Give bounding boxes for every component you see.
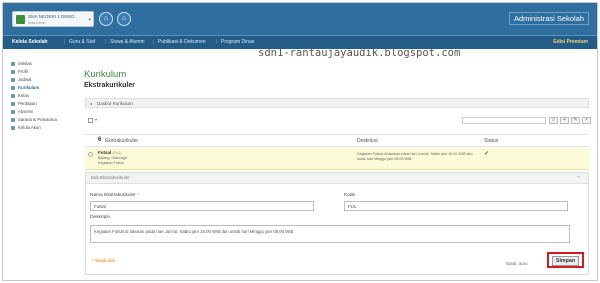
delete-icon[interactable]: × <box>582 117 591 124</box>
sidebar: Sekilas Profil Jadwal Kurikulum Kelas Pe… <box>9 61 71 133</box>
code-field[interactable]: FU1 <box>344 201 568 211</box>
sidebar-item-label: Sekilas <box>18 61 32 66</box>
nav-program-dinas[interactable]: Program Dinas <box>221 39 254 45</box>
nav-publikasi-dokumen[interactable]: Publikasi & Dokumen <box>158 39 206 45</box>
breadcrumb-link[interactable]: Dasbor Kurikulum <box>97 101 133 106</box>
name-field[interactable]: Futsal <box>90 201 314 211</box>
edit-form-header: Edit Ekstrakurikuler – <box>86 173 588 184</box>
sidebar-item-label: Kurikulum <box>18 85 40 90</box>
edit-form-panel: Edit Ekstrakurikuler – Nama Ekstrakuriku… <box>85 172 589 275</box>
chevron-down-icon: ▾ <box>88 17 91 23</box>
sidebar-item-label: Sarana & Prasarana <box>18 117 57 122</box>
nav-divider: | <box>64 39 66 45</box>
page-title: Kurikulum <box>84 69 127 80</box>
table-row[interactable]: Futsal (FU1) Bidang: Olahraga Kegiatan F… <box>85 148 589 170</box>
row-code: (FU1) <box>112 151 122 155</box>
nav-siswa-alumni[interactable]: Siswa & Alumni <box>110 39 144 45</box>
sidebar-item-label: Perdapan <box>18 101 37 106</box>
account-icon[interactable]: ⌂ <box>117 12 131 26</box>
book-icon <box>11 86 15 90</box>
user-icon <box>11 126 15 130</box>
sidebar-item-absensi[interactable]: Absensi <box>9 109 71 117</box>
row-name: Futsal <box>98 150 112 155</box>
sidebar-item-label: Absensi <box>18 109 34 114</box>
school-selector[interactable]: SMA NEGERI 1 DEMO Kota Demo ▾ <box>12 11 94 27</box>
required-note-text: Wajib diisi <box>95 258 116 263</box>
sidebar-item-kelola-akun[interactable]: Kelola Akun <box>9 125 71 133</box>
table-header: 6 Ekstrakurikuler Deskripsi Status <box>85 134 589 147</box>
row-title: Futsal (FU1) <box>98 150 121 155</box>
edition-label: Edisi Premium <box>553 39 588 45</box>
home-icon <box>11 62 15 66</box>
school-name: SMA NEGERI 1 DEMO <box>28 14 75 19</box>
nav-divider: | <box>105 39 107 45</box>
name-label-text: Nama Ekstrakurikuler <box>90 193 136 198</box>
required-marker: * <box>137 193 140 198</box>
check-icon: ✔ <box>484 151 490 157</box>
search-icon[interactable]: ⌕ <box>549 117 558 124</box>
nav-guru-staf[interactable]: Guru & Staf <box>69 39 95 45</box>
save-button-highlight: Simpan <box>547 252 584 268</box>
select-all-checkbox[interactable] <box>88 118 93 123</box>
column-status[interactable]: Status <box>484 138 498 144</box>
blog-watermark: sdn1-rantaujayaudik.blogspot.com <box>258 47 461 59</box>
class-icon <box>11 94 15 98</box>
nav-divider: | <box>216 39 218 45</box>
description-label: Deskripsi <box>90 215 110 220</box>
sidebar-item-label: Jadwal <box>18 77 32 82</box>
code-label: Kode <box>344 193 356 198</box>
app-window: SMA NEGERI 1 DEMO Kota Demo ▾ ⌂ ⌂ Admini… <box>2 2 598 281</box>
save-button[interactable]: Simpan <box>552 256 579 266</box>
attendance-icon <box>11 110 15 114</box>
add-icon[interactable]: + <box>560 117 569 124</box>
app-title: Administrasi Sekolah <box>508 12 589 25</box>
item-count: 6 <box>98 137 102 143</box>
edit-icon[interactable]: ✎ <box>571 117 580 124</box>
chevron-left-icon: ◂ <box>90 101 93 106</box>
sidebar-item-kelas[interactable]: Kelas <box>9 93 71 101</box>
sidebar-item-profil[interactable]: Profil <box>9 69 71 77</box>
nav-kelola-sekolah[interactable]: Kelola Sekolah <box>12 39 48 45</box>
school-logo-icon <box>16 15 25 24</box>
row-select-radio[interactable] <box>88 152 93 157</box>
breadcrumb[interactable]: ◂ Dasbor Kurikulum <box>85 98 589 108</box>
sidebar-item-kurikulum[interactable]: Kurikulum <box>9 85 71 93</box>
edit-form-title: Edit Ekstrakurikuler <box>91 175 130 180</box>
row-type: Kegiatan Futsal <box>98 161 124 165</box>
cancel-link[interactable]: Batal, atau <box>506 261 528 266</box>
column-deskripsi[interactable]: Deskripsi <box>357 138 378 144</box>
document-icon <box>11 102 15 106</box>
table-toolbar: ▾ ⌕ + ✎ × <box>85 116 591 125</box>
top-header: SMA NEGERI 1 DEMO Kota Demo ▾ ⌂ ⌂ Admini… <box>3 3 597 35</box>
calendar-icon <box>11 78 15 82</box>
sidebar-item-jadwal[interactable]: Jadwal <box>9 77 71 85</box>
school-location: Kota Demo <box>28 21 46 25</box>
building-icon <box>11 118 15 122</box>
row-description: Kegiatan Futsal di lakukan pada hari Jum… <box>357 152 473 161</box>
name-label: Nama Ekstrakurikuler * <box>90 193 139 198</box>
sidebar-item-label: Kelas <box>18 93 29 98</box>
home-icon[interactable]: ⌂ <box>99 12 113 26</box>
description-field[interactable]: Kegiatan Futsal di lakukan pada hari Jum… <box>90 225 570 243</box>
sidebar-item-sekilas[interactable]: Sekilas <box>9 61 71 69</box>
profile-icon <box>11 70 15 74</box>
chevron-down-icon[interactable]: ▾ <box>95 117 97 122</box>
sidebar-item-label: Profil <box>18 69 28 74</box>
nav-divider: | <box>153 39 155 45</box>
sidebar-item-label: Kelola Akun <box>18 125 41 130</box>
row-field: Bidang: Olahraga <box>98 156 127 160</box>
search-input[interactable] <box>462 117 546 124</box>
minimize-icon[interactable]: – <box>577 174 580 180</box>
column-ekstrakurikuler[interactable]: Ekstrakurikuler <box>105 138 138 144</box>
sidebar-item-sarana-prasarana[interactable]: Sarana & Prasarana <box>9 117 71 125</box>
sidebar-item-perdapan[interactable]: Perdapan <box>9 101 71 109</box>
page-subtitle: Ekstrakurikuler <box>84 82 135 89</box>
required-note: * Wajib diisi <box>92 258 115 263</box>
